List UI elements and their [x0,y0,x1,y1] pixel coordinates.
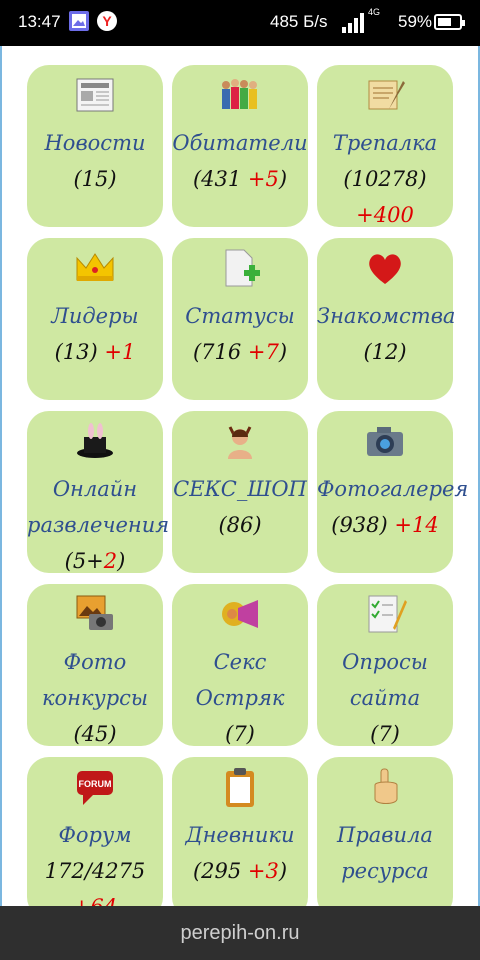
devil-girl-icon [228,426,252,459]
forum-icon: FORUM [77,771,113,805]
tile-label: Знакомства (12) [317,304,456,364]
tile-news[interactable]: Новости (15) [27,65,163,227]
heart-icon [369,254,401,284]
tile-entertainment[interactable]: Онлайн развлечения (5+2) [27,411,169,573]
tile-forum[interactable]: FORUM Форум 172/4275 +64 [27,757,163,906]
tile-label: Правила ресурса [337,823,433,883]
tile-photo-contests[interactable]: Фото конкурсы (45) [27,584,163,746]
crown-icon [76,253,114,281]
network-speed: 485 Б/s [270,12,328,31]
tile-rules[interactable]: Правила ресурса [317,757,453,906]
site-domain[interactable]: perepih-on.ru [181,922,300,944]
battery-icon [434,14,465,30]
tile-diaries[interactable]: Дневники (295 +3) [172,757,308,906]
browser-address-bar[interactable]: perepih-on.ru [0,906,480,960]
tile-label: Трепалка (10278) +400 [332,131,438,227]
tile-statuses[interactable]: Статусы (716 +7) [172,238,308,400]
sections-grid: Новости (15) Обитатели (431 +5) Трепалка… [0,46,480,906]
tile-label: Форум 172/4275 +64 [44,823,146,906]
tile-leaders[interactable]: Лидеры (13) +1 [27,238,163,400]
magic-hat-icon [77,423,113,458]
tile-polls[interactable]: Опросы сайта (7) [317,584,453,746]
tile-label: Опросы сайта (7) [342,650,428,746]
photo-camera-icon [76,595,113,630]
clipboard-icon [226,768,254,807]
tile-label: Лидеры (13) +1 [51,304,139,364]
network-type-label: 4G [368,7,381,17]
pointing-hand-icon [374,768,398,804]
tile-label: Дневники (295 +3) [185,823,295,883]
tile-label: Обитатели (431 +5) [172,131,308,191]
add-document-icon [225,249,260,287]
scroll-quill-icon [368,80,405,110]
tile-sex-shop[interactable]: СЕКС_ШОП (86) [172,411,308,573]
people-icon [222,79,257,109]
newspaper-icon [76,78,114,112]
tile-label: Онлайн развлечения (5+2) [27,477,170,573]
battery-percent: 59% [398,12,433,31]
tile-sex-wit[interactable]: Секс Остряк (7) [172,584,308,746]
camera-icon [367,427,403,456]
tile-dating[interactable]: Знакомства (12) [317,238,456,400]
status-bar: 13:47 Y 485 Б/s 4G 59% [0,0,480,46]
yandex-notification-icon: Y [97,11,117,31]
checklist-icon [368,595,407,633]
signal-strength-icon [342,13,364,33]
gallery-notification-icon [69,11,89,31]
tile-label: СЕКС_ШОП (86) [173,477,307,537]
tile-gallery[interactable]: Фотогалерея (938) +14 [317,411,469,573]
megaphone-icon [222,600,258,628]
tile-residents[interactable]: Обитатели (431 +5) [172,65,308,227]
tile-label: Фотогалерея (938) +14 [317,477,469,537]
svg-text:FORUM: FORUM [79,779,112,789]
tile-label: Новости (15) [44,131,146,191]
tile-label: Секс Остряк (7) [195,650,285,746]
tile-label: Статусы (716 +7) [185,304,295,364]
tile-label: Фото конкурсы (45) [41,650,149,746]
tile-chat[interactable]: Трепалка (10278) +400 [317,65,453,227]
status-time: 13:47 [18,12,61,31]
